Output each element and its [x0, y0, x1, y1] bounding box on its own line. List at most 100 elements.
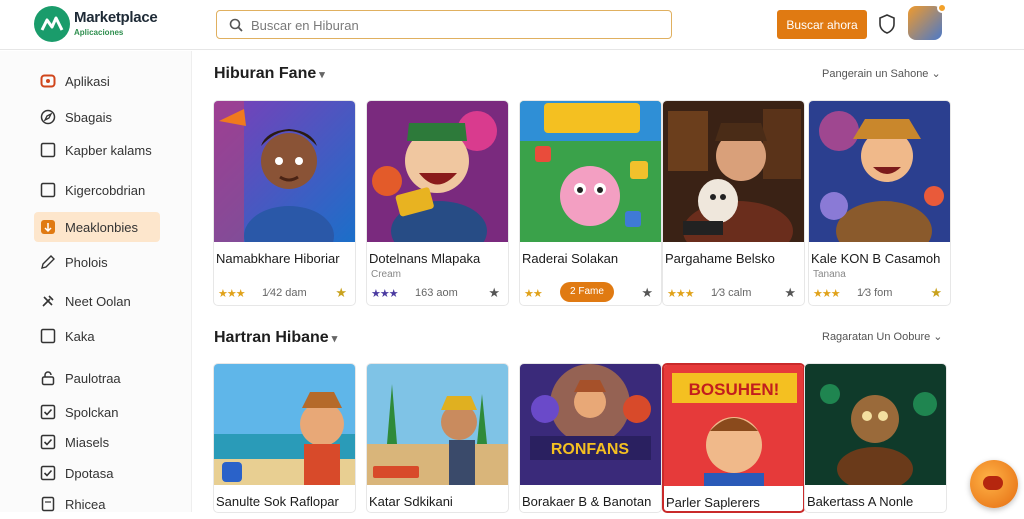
sidebar-item[interactable]: Rhicea	[34, 489, 160, 519]
sidebar-item-label: Paulotraa	[65, 371, 121, 386]
svg-text:RONFANS: RONFANS	[551, 441, 630, 458]
app-thumbnail[interactable]: BOSUHEN!	[664, 365, 803, 486]
app-card[interactable]: Bakertass A Nonle	[804, 363, 947, 513]
chevron-down-icon: ⌄	[931, 68, 941, 80]
app-thumbnail[interactable]	[663, 101, 804, 242]
avatar[interactable]	[908, 6, 942, 40]
app-card[interactable]: Katar Sdkikani	[366, 363, 509, 513]
app-title: Parler Saplerers	[666, 495, 760, 510]
rating-stars: ★★★	[218, 288, 246, 300]
check-icon	[40, 465, 56, 481]
logo-icon	[34, 6, 70, 42]
section-link-1[interactable]: Pangerain un Sahone ⌄	[822, 67, 941, 80]
shield-icon[interactable]	[878, 14, 896, 34]
sidebar-item-label: Aplikasi	[65, 74, 110, 89]
sidebar-item[interactable]: Aplikasi	[34, 66, 160, 96]
app-title: Bakertass A Nonle	[807, 494, 914, 509]
check-icon	[40, 434, 56, 450]
sidebar-item[interactable]: Dpotasa	[34, 458, 160, 488]
lock-icon	[40, 370, 56, 386]
app-card[interactable]: BOSUHEN! Parler Saplerers	[662, 363, 805, 513]
assistant-button[interactable]	[970, 460, 1018, 508]
app-title: Pargahame Belsko	[665, 251, 775, 266]
checkbox-icon	[40, 182, 56, 198]
app-card[interactable]: Namabkhare Hiboriar ★★★ 1⁄42 dam ★	[213, 100, 356, 306]
app-title: Sanulte Sok Raflopar	[216, 494, 339, 509]
app-icon	[40, 73, 56, 89]
sidebar-item-label: Dpotasa	[65, 466, 114, 481]
sidebar-item-label: Neet Oolan	[65, 294, 131, 309]
app-subtitle: Cream	[371, 269, 402, 280]
svg-text:BOSUHEN!: BOSUHEN!	[689, 380, 780, 399]
favorite-star-icon[interactable]: ★	[641, 285, 653, 301]
doc-icon	[40, 496, 56, 512]
sidebar-item-label: Pholois	[65, 255, 108, 270]
check-icon	[40, 404, 56, 420]
sidebar-item[interactable]: Spolckan	[34, 397, 160, 427]
favorite-star-icon[interactable]: ★	[784, 285, 796, 301]
section-link-2[interactable]: Ragaratan Un Oobure ⌄	[822, 330, 943, 343]
app-card[interactable]: Raderai Solakan ★★ 2 Fame ★	[519, 100, 662, 306]
search-input[interactable]	[251, 16, 651, 34]
app-card[interactable]: Pargahame Belsko ★★★ 1⁄3 calm ★	[662, 100, 805, 306]
favorite-star-icon[interactable]: ★	[335, 285, 347, 301]
app-thumbnail[interactable]	[214, 364, 355, 485]
favorite-star-icon[interactable]: ★	[930, 285, 942, 301]
rating-stars: ★★★	[667, 288, 695, 300]
app-title: Borakaer B & Banotan	[522, 494, 652, 509]
app-title: Kale KON B Casamoh	[811, 251, 941, 266]
search-button[interactable]: Buscar ahora	[777, 10, 867, 39]
search-box[interactable]	[216, 10, 672, 39]
app-thumbnail[interactable]: RONFANS	[520, 364, 661, 485]
sidebar-item[interactable]: Sbagais	[34, 102, 160, 132]
chevron-down-icon: ⌄	[933, 331, 943, 343]
checkbox-icon	[40, 142, 56, 158]
game-icon	[40, 219, 56, 235]
app-thumbnail[interactable]	[367, 364, 508, 485]
app-meta: 1⁄42 dam	[262, 287, 307, 299]
sidebar-item[interactable]: Miasels	[34, 427, 160, 457]
app-title: Namabkhare Hiboriar	[216, 251, 340, 266]
sidebar-item-label: Meaklonbies	[65, 220, 138, 235]
tag-badge: 2 Fame	[560, 282, 614, 302]
rating-stars: ★★★	[371, 288, 399, 300]
app-thumbnail[interactable]	[805, 364, 946, 485]
checkbox-icon	[40, 328, 56, 344]
sidebar-item[interactable]: Neet Oolan	[34, 286, 160, 316]
section-title-1[interactable]: Hiburan Fane ▾	[214, 65, 325, 83]
app-thumbnail[interactable]	[214, 101, 355, 242]
app-thumbnail[interactable]	[809, 101, 950, 242]
app-title: Dotelnans Mlapaka	[369, 251, 481, 266]
app-card[interactable]: Sanulte Sok Raflopar	[213, 363, 356, 513]
app-meta: 1⁄3 fom	[857, 287, 893, 299]
sidebar-item-label: Kapber kalams	[65, 143, 152, 158]
app-subtitle: Aplicaciones	[74, 28, 124, 37]
sidebar-item-label: Spolckan	[65, 405, 119, 420]
tools-icon	[40, 293, 56, 309]
sidebar-item-label: Kaka	[65, 329, 95, 344]
app-thumbnail[interactable]	[367, 101, 508, 242]
app-card[interactable]: Dotelnans Mlapaka Cream ★★★ 163 aom ★	[366, 100, 509, 306]
sidebar-item[interactable]: Paulotraa	[34, 363, 160, 393]
app-card[interactable]: RONFANS Borakaer B & Banotan	[519, 363, 662, 513]
top-bar: Marketplace Aplicaciones Buscar ahora	[0, 0, 1024, 50]
app-card[interactable]: Kale KON B Casamoh Tanana ★★★ 1⁄3 fom ★	[808, 100, 951, 306]
logo[interactable]: Marketplace Aplicaciones	[34, 6, 184, 42]
chevron-down-icon: ▾	[319, 69, 325, 81]
sidebar-item[interactable]: Meaklonbies	[34, 212, 160, 242]
notification-dot	[937, 3, 947, 13]
sidebar-item[interactable]: Kaka	[34, 321, 160, 351]
section-title-2[interactable]: Hartran Hibane ▾	[214, 329, 337, 347]
sidebar-item[interactable]: Kigercobdrian	[34, 175, 160, 205]
app-subtitle: Tanana	[813, 269, 846, 280]
favorite-star-icon[interactable]: ★	[488, 285, 500, 301]
app-thumbnail[interactable]	[520, 101, 661, 242]
assistant-icon	[983, 476, 1003, 490]
rating-stars: ★★★	[813, 288, 841, 300]
sidebar-item[interactable]: Pholois	[34, 247, 160, 277]
app-meta: 1⁄3 calm	[711, 287, 752, 299]
sidebar-item[interactable]: Kapber kalams	[34, 135, 160, 165]
pen-icon	[40, 254, 56, 270]
app-title: Katar Sdkikani	[369, 494, 453, 509]
app-title: Marketplace	[74, 9, 158, 26]
